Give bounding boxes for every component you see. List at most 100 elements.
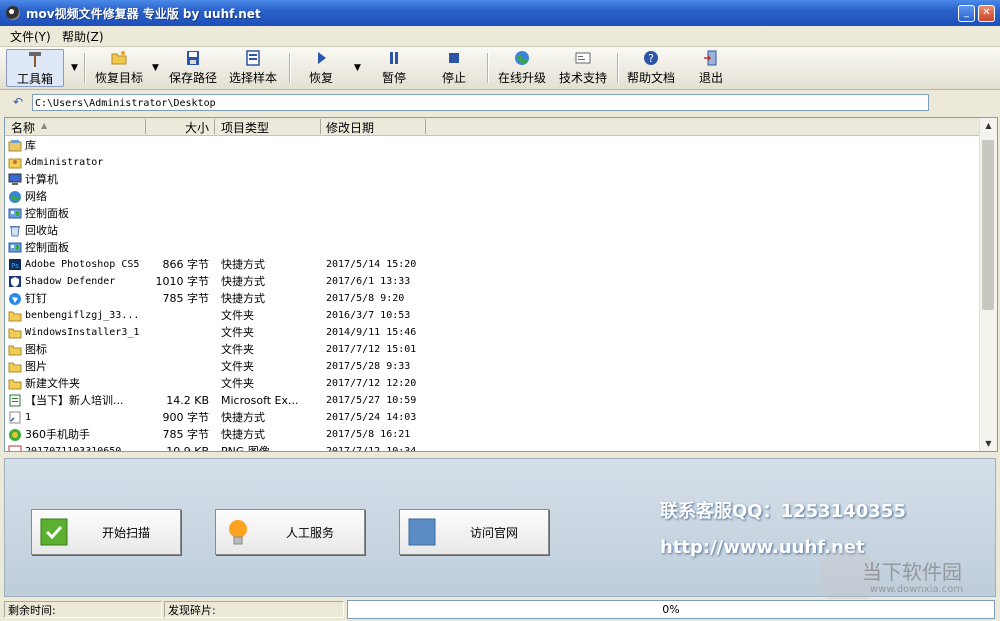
shield-icon — [9, 276, 21, 287]
file-row[interactable]: 【当下】新人培训... 14.2 KB Microsoft Ex... 2017/5/… — [5, 392, 981, 409]
column-type[interactable]: 项目类型 — [221, 119, 269, 136]
vertical-scrollbar[interactable]: ▲ ▼ — [979, 118, 997, 451]
file-row[interactable]: 回收站 — [5, 222, 981, 239]
globe-icon — [515, 51, 529, 65]
excel-icon — [9, 394, 21, 407]
file-row[interactable]: WindowsInstaller3_1 文件夹 2014/9/11 15:46 — [5, 324, 981, 341]
file-row[interactable]: Ps Adobe Photoshop CS5 866 字节 快捷方式 2017/5/14… — [5, 256, 981, 273]
file-row[interactable]: 图标 文件夹 2017/7/12 15:01 — [5, 341, 981, 358]
exit-button[interactable]: 退出 — [692, 49, 730, 87]
file-row[interactable]: benbengiflzgj_33... 文件夹 2016/3/7 10:53 — [5, 307, 981, 324]
select-sample-button[interactable]: 选择样本 — [226, 49, 280, 87]
file-row[interactable]: 2017071103310650 10.9 KB PNG 图像 2017/7/12 1… — [5, 443, 981, 451]
manual-service-button[interactable]: 人工服务 — [215, 509, 365, 555]
menu-help[interactable]: 帮助(Z) — [62, 28, 104, 45]
file-type: 文件夹 — [221, 377, 254, 390]
path-input[interactable]: C:\Users\Administrator\Desktop — [32, 94, 929, 111]
column-date[interactable]: 修改日期 — [326, 119, 374, 136]
file-type: Microsoft Ex... — [221, 394, 299, 407]
toolbox-button[interactable]: 工具箱 — [6, 49, 64, 87]
recover-button[interactable]: 恢复 — [300, 49, 342, 87]
window-title: mov视频文件修复器 专业版 by uuhf.net — [26, 7, 261, 21]
app-icon — [6, 6, 20, 20]
file-row[interactable]: 控制面板 — [5, 205, 981, 222]
library-icon — [8, 140, 22, 152]
file-date: 2017/7/12 12:20 — [326, 378, 417, 389]
file-size: 900 字节 — [162, 411, 210, 424]
floppy-disk-icon — [187, 51, 199, 65]
start-scan-button[interactable]: 开始扫描 — [31, 509, 181, 555]
file-size: 785 字节 — [162, 292, 210, 305]
minimize-button[interactable]: _ — [958, 5, 975, 22]
restore-target-button[interactable]: 恢复目标 — [92, 49, 146, 87]
help-icon: ? — [644, 51, 658, 65]
file-date: 2017/5/8 9:20 — [326, 293, 405, 304]
back-icon[interactable]: ↶ — [13, 95, 23, 109]
scroll-thumb[interactable] — [982, 140, 994, 310]
file-name: Adobe Photoshop CS5 — [25, 259, 140, 270]
scroll-up-icon[interactable]: ▲ — [981, 118, 996, 133]
file-type: 快捷方式 — [221, 292, 265, 305]
stop-button[interactable]: 停止 — [432, 49, 476, 87]
sort-arrow-icon: ▲ — [41, 121, 48, 130]
file-row[interactable]: 360手机助手 785 字节 快捷方式 2017/5/8 16:21 — [5, 426, 981, 443]
file-name: 钉钉 — [25, 292, 47, 305]
file-row[interactable]: 计算机 — [5, 171, 981, 188]
play-icon — [318, 52, 326, 64]
column-name[interactable]: 名称 — [11, 119, 35, 136]
file-name: 回收站 — [25, 224, 58, 237]
scroll-down-icon[interactable]: ▼ — [981, 436, 996, 451]
file-row[interactable]: Shadow Defender 1010 字节 快捷方式 2017/6/1 13:33 — [5, 273, 981, 290]
title-bar: mov视频文件修复器 专业版 by uuhf.net _ ✕ — [0, 0, 1000, 26]
tech-support-label: 技术支持 — [558, 71, 607, 85]
file-type: 文件夹 — [221, 309, 254, 322]
recover-label: 恢复 — [308, 71, 333, 85]
file-name: 网络 — [25, 190, 47, 203]
network-icon — [9, 191, 21, 203]
file-size: 785 字节 — [162, 428, 210, 441]
control-panel-icon — [8, 208, 22, 219]
photoshop-icon: Ps — [9, 259, 21, 270]
toolbar-separator — [487, 53, 489, 83]
pause-button[interactable]: 暂停 — [372, 49, 416, 87]
file-row[interactable]: Administrator — [5, 154, 981, 171]
computer-icon — [8, 173, 22, 185]
exit-label: 退出 — [698, 71, 723, 85]
folder-open-icon — [111, 51, 127, 65]
file-name: 新建文件夹 — [25, 377, 80, 390]
file-row[interactable]: 图片 文件夹 2017/5/28 9:33 — [5, 358, 981, 375]
progress-bar: 0% — [347, 600, 995, 619]
help-docs-button[interactable]: ? 帮助文档 — [624, 49, 678, 87]
file-row[interactable]: 1 900 字节 快捷方式 2017/5/24 14:03 — [5, 409, 981, 426]
recover-dropdown-icon[interactable]: ▼ — [354, 63, 361, 73]
online-upgrade-button[interactable]: 在线升级 — [494, 49, 550, 87]
file-name: 图片 — [25, 360, 47, 373]
menu-file[interactable]: 文件(Y) — [10, 28, 51, 45]
file-row[interactable]: 控制面板 — [5, 239, 981, 256]
restore-target-dropdown-icon[interactable]: ▼ — [152, 63, 159, 73]
lightbulb-icon — [229, 520, 247, 545]
visit-site-label: 访问官网 — [469, 526, 518, 540]
app-360-icon — [9, 429, 21, 441]
restore-target-label: 恢复目标 — [94, 71, 143, 85]
document-icon — [246, 50, 260, 66]
file-row[interactable]: 新建文件夹 文件夹 2017/7/12 12:20 — [5, 375, 981, 392]
visit-site-button[interactable]: 访问官网 — [399, 509, 549, 555]
file-type: 快捷方式 — [221, 275, 265, 288]
file-row[interactable]: 库 — [5, 137, 981, 154]
close-button[interactable]: ✕ — [978, 5, 995, 22]
file-name: benbengiflzgj_33... — [25, 310, 140, 321]
save-path-button[interactable]: 保存路径 — [166, 49, 220, 87]
file-row[interactable]: 钉钉 785 字节 快捷方式 2017/5/8 9:20 — [5, 290, 981, 307]
file-list: 名称 ▲ 大小 项目类型 修改日期 库 Administrator 计算机网络控制面… — [4, 117, 998, 452]
file-name: 图标 — [25, 343, 47, 356]
user-folder-icon — [8, 158, 22, 169]
file-type: 文件夹 — [221, 360, 254, 373]
toolbox-dropdown-icon[interactable]: ▼ — [71, 63, 78, 73]
file-row[interactable]: 网络 — [5, 188, 981, 205]
column-size[interactable]: 大小 — [185, 119, 209, 136]
file-size: 1010 字节 — [155, 275, 210, 288]
dingtalk-icon — [9, 293, 21, 305]
tech-support-button[interactable]: 技术支持 — [556, 49, 610, 87]
file-name: 【当下】新人培训... — [25, 394, 124, 407]
